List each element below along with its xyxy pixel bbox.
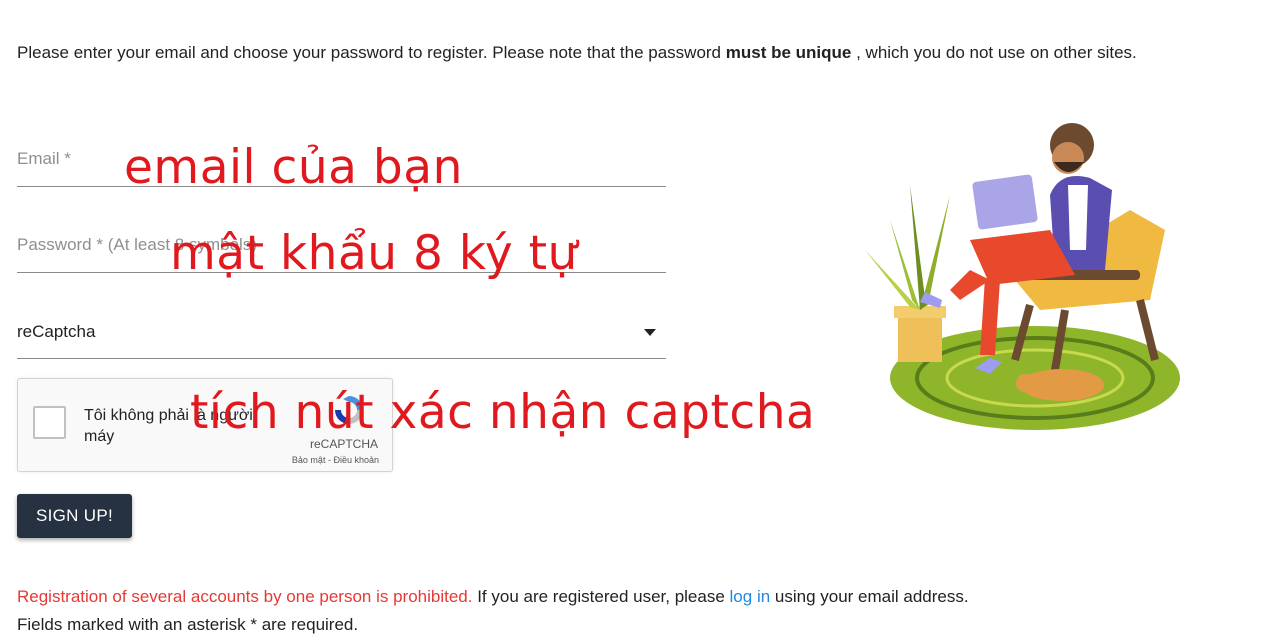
recaptcha-terms-link[interactable]: Điều khoản [333,455,379,465]
intro-part2: , which you do not use on other sites. [851,43,1137,62]
notice-text-1: If you are registered user, please [472,587,730,606]
intro-text: Please enter your email and choose your … [17,43,1137,63]
recaptcha-privacy-link[interactable]: Bảo mật [292,455,326,465]
recaptcha-links: Bảo mật - Điều khoản [292,455,379,465]
caret-down-icon [644,329,656,336]
password-placeholder: Password * (At least 8 symbols) [17,235,257,254]
intro-part1: Please enter your email and choose your … [17,43,726,62]
recaptcha-widget: Tôi không phải là người máy reCAPTCHA Bả… [17,378,393,472]
captcha-type-select[interactable]: reCaptcha [17,315,666,359]
required-fields-note: Fields marked with an asterisk * are req… [17,615,359,634]
intro-emphasis: must be unique [725,43,852,62]
captcha-type-value: reCaptcha [17,322,96,341]
recaptcha-brand: reCAPTCHA [309,437,378,451]
notice-text-2: using your email address. [770,587,969,606]
registration-notice: Registration of several accounts by one … [17,587,969,607]
password-field[interactable]: Password * (At least 8 symbols) [17,229,666,273]
recaptcha-checkbox[interactable] [33,406,66,439]
email-placeholder: Email * [17,149,71,168]
login-link[interactable]: log in [730,587,771,606]
signup-button[interactable]: SIGN UP! [17,494,132,538]
recaptcha-checkbox-label: Tôi không phải là người máy [84,407,253,445]
recaptcha-logo-icon [335,396,363,424]
person-with-laptop-illustration [865,123,1180,430]
warning-text: Registration of several accounts by one … [17,587,473,606]
email-field[interactable]: Email * [17,143,666,187]
